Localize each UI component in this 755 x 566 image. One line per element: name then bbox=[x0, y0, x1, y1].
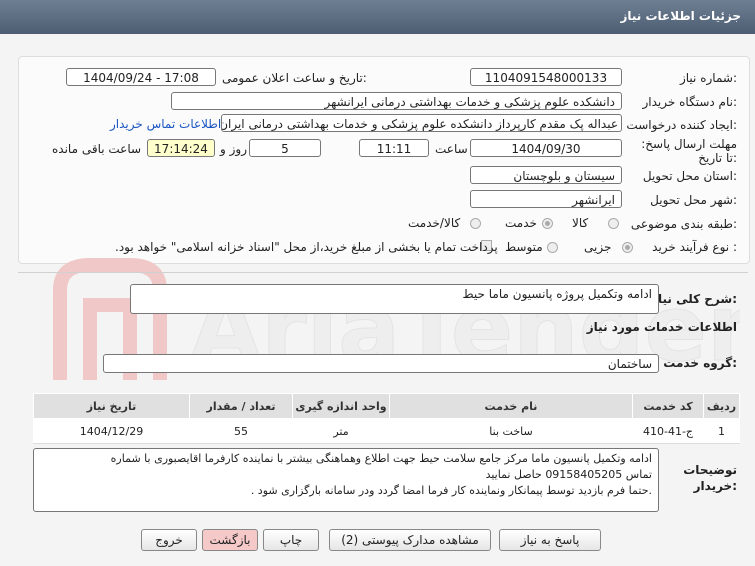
city-label: شهر محل تحویل: bbox=[650, 193, 737, 207]
process-radio-medium[interactable] bbox=[547, 242, 558, 253]
col-unit-header: واحد اندازه گیری bbox=[292, 393, 390, 419]
print-button[interactable]: چاپ bbox=[263, 529, 319, 551]
category-option-service: خدمت bbox=[505, 216, 537, 230]
table-header-row: ردیف کد خدمت نام خدمت واحد اندازه گیری ت… bbox=[33, 393, 740, 419]
view-attachments-button[interactable]: مشاهده مدارک پیوستی (2) bbox=[329, 529, 491, 551]
back-button[interactable]: بازگشت bbox=[202, 529, 258, 551]
section-divider bbox=[18, 272, 748, 273]
buyer-org-field: دانشکده علوم پزشکی و خدمات بهداشتی درمان… bbox=[171, 92, 622, 110]
deadline-time-field: 11:11 bbox=[359, 139, 429, 157]
deadline-time-label: ساعت bbox=[435, 142, 468, 156]
col-code-header: کد خدمت bbox=[632, 393, 704, 419]
category-label: طبقه بندی موضوعی: bbox=[630, 217, 737, 231]
category-option-goods-service: کالا/خدمت bbox=[408, 216, 461, 230]
process-radio-minor[interactable] bbox=[622, 242, 633, 253]
announce-field: 1404/09/24 - 17:08 bbox=[66, 68, 216, 86]
creator-label: ایجاد کننده درخواست: bbox=[626, 118, 737, 132]
exit-button[interactable]: خروج bbox=[141, 529, 197, 551]
days-label: روز و bbox=[220, 142, 247, 156]
service-group-label: گروه خدمت: bbox=[663, 356, 737, 370]
col-date-header: تاریخ نیاز bbox=[33, 393, 190, 419]
reply-button[interactable]: پاسخ به نیاز bbox=[499, 529, 601, 551]
process-option-minor: جزیی bbox=[584, 240, 612, 254]
cell-name: ساخت بنا bbox=[389, 418, 633, 444]
buyer-contact-link[interactable]: اطلاعات تماس خریدار bbox=[110, 117, 221, 131]
announce-label: تاریخ و ساعت اعلان عمومی: bbox=[222, 71, 367, 85]
days-field: 5 bbox=[249, 139, 321, 157]
treasury-payment-note: پرداخت تمام یا بخشی از مبلغ خرید،از محل … bbox=[115, 240, 498, 254]
summary-label: شرح کلی نیاز: bbox=[651, 292, 737, 306]
table-row: 1 ج-41-410 ساخت بنا متر 55 1404/12/29 bbox=[33, 418, 740, 444]
col-row-header: ردیف bbox=[703, 393, 740, 419]
cell-unit: متر bbox=[292, 418, 390, 444]
deadline-date-field: 1404/09/30 bbox=[470, 139, 622, 157]
summary-field: ادامه وتکمیل پروژه پانسیون ماما حیط bbox=[130, 284, 659, 314]
notes-line: .حتما فرم بازدید توسط پیمانکار ونماینده … bbox=[250, 484, 652, 497]
col-qty-header: تعداد / مقدار bbox=[189, 393, 293, 419]
need-number-field: 1104091548000133 bbox=[470, 68, 622, 86]
notes-line: ادامه وتکمیل پانسیون ماما مرکز جامع سلام… bbox=[110, 452, 652, 465]
process-option-medium: متوسط bbox=[505, 240, 543, 254]
services-title: اطلاعات خدمات مورد نیاز bbox=[586, 320, 737, 334]
cell-row: 1 bbox=[703, 418, 740, 444]
remaining-time-field: 17:14:24 bbox=[147, 139, 215, 157]
services-table: ردیف کد خدمت نام خدمت واحد اندازه گیری ت… bbox=[33, 393, 740, 444]
col-name-header: نام خدمت bbox=[389, 393, 633, 419]
cell-qty: 55 bbox=[189, 418, 293, 444]
deadline-label: مهلت ارسال پاسخ: تا تاریخ: bbox=[641, 137, 737, 165]
remaining-time-label: ساعت باقی مانده bbox=[52, 142, 142, 156]
buyer-org-label: نام دستگاه خریدار: bbox=[642, 95, 738, 109]
notes-field: ادامه وتکمیل پانسیون ماما مرکز جامع سلام… bbox=[33, 448, 659, 512]
process-label: نوع فرآیند خرید : bbox=[652, 240, 737, 254]
need-number-label: شماره نیاز: bbox=[679, 71, 737, 85]
province-label: استان محل تحویل: bbox=[642, 169, 737, 183]
cell-code: ج-41-410 bbox=[632, 418, 704, 444]
category-radio-service[interactable] bbox=[542, 218, 553, 229]
category-option-goods: کالا bbox=[572, 216, 589, 230]
creator-field: عبداله پک مقدم کارپرداز دانشکده علوم پزش… bbox=[221, 114, 622, 132]
province-field: سیستان و بلوچستان bbox=[470, 166, 622, 184]
notes-line: تماس 09158405205 حاصل نمایید bbox=[485, 468, 652, 481]
service-group-field: ساختمان bbox=[103, 354, 659, 373]
category-radio-goods[interactable] bbox=[608, 218, 619, 229]
category-radio-goods-service[interactable] bbox=[470, 218, 481, 229]
page-title: جزئیات اطلاعات نیاز bbox=[620, 9, 741, 23]
notes-label: توضیحات خریدار: bbox=[683, 463, 737, 493]
page-header: جزئیات اطلاعات نیاز bbox=[0, 0, 755, 34]
city-field: ایرانشهر bbox=[470, 190, 622, 208]
cell-date: 1404/12/29 bbox=[33, 418, 190, 444]
